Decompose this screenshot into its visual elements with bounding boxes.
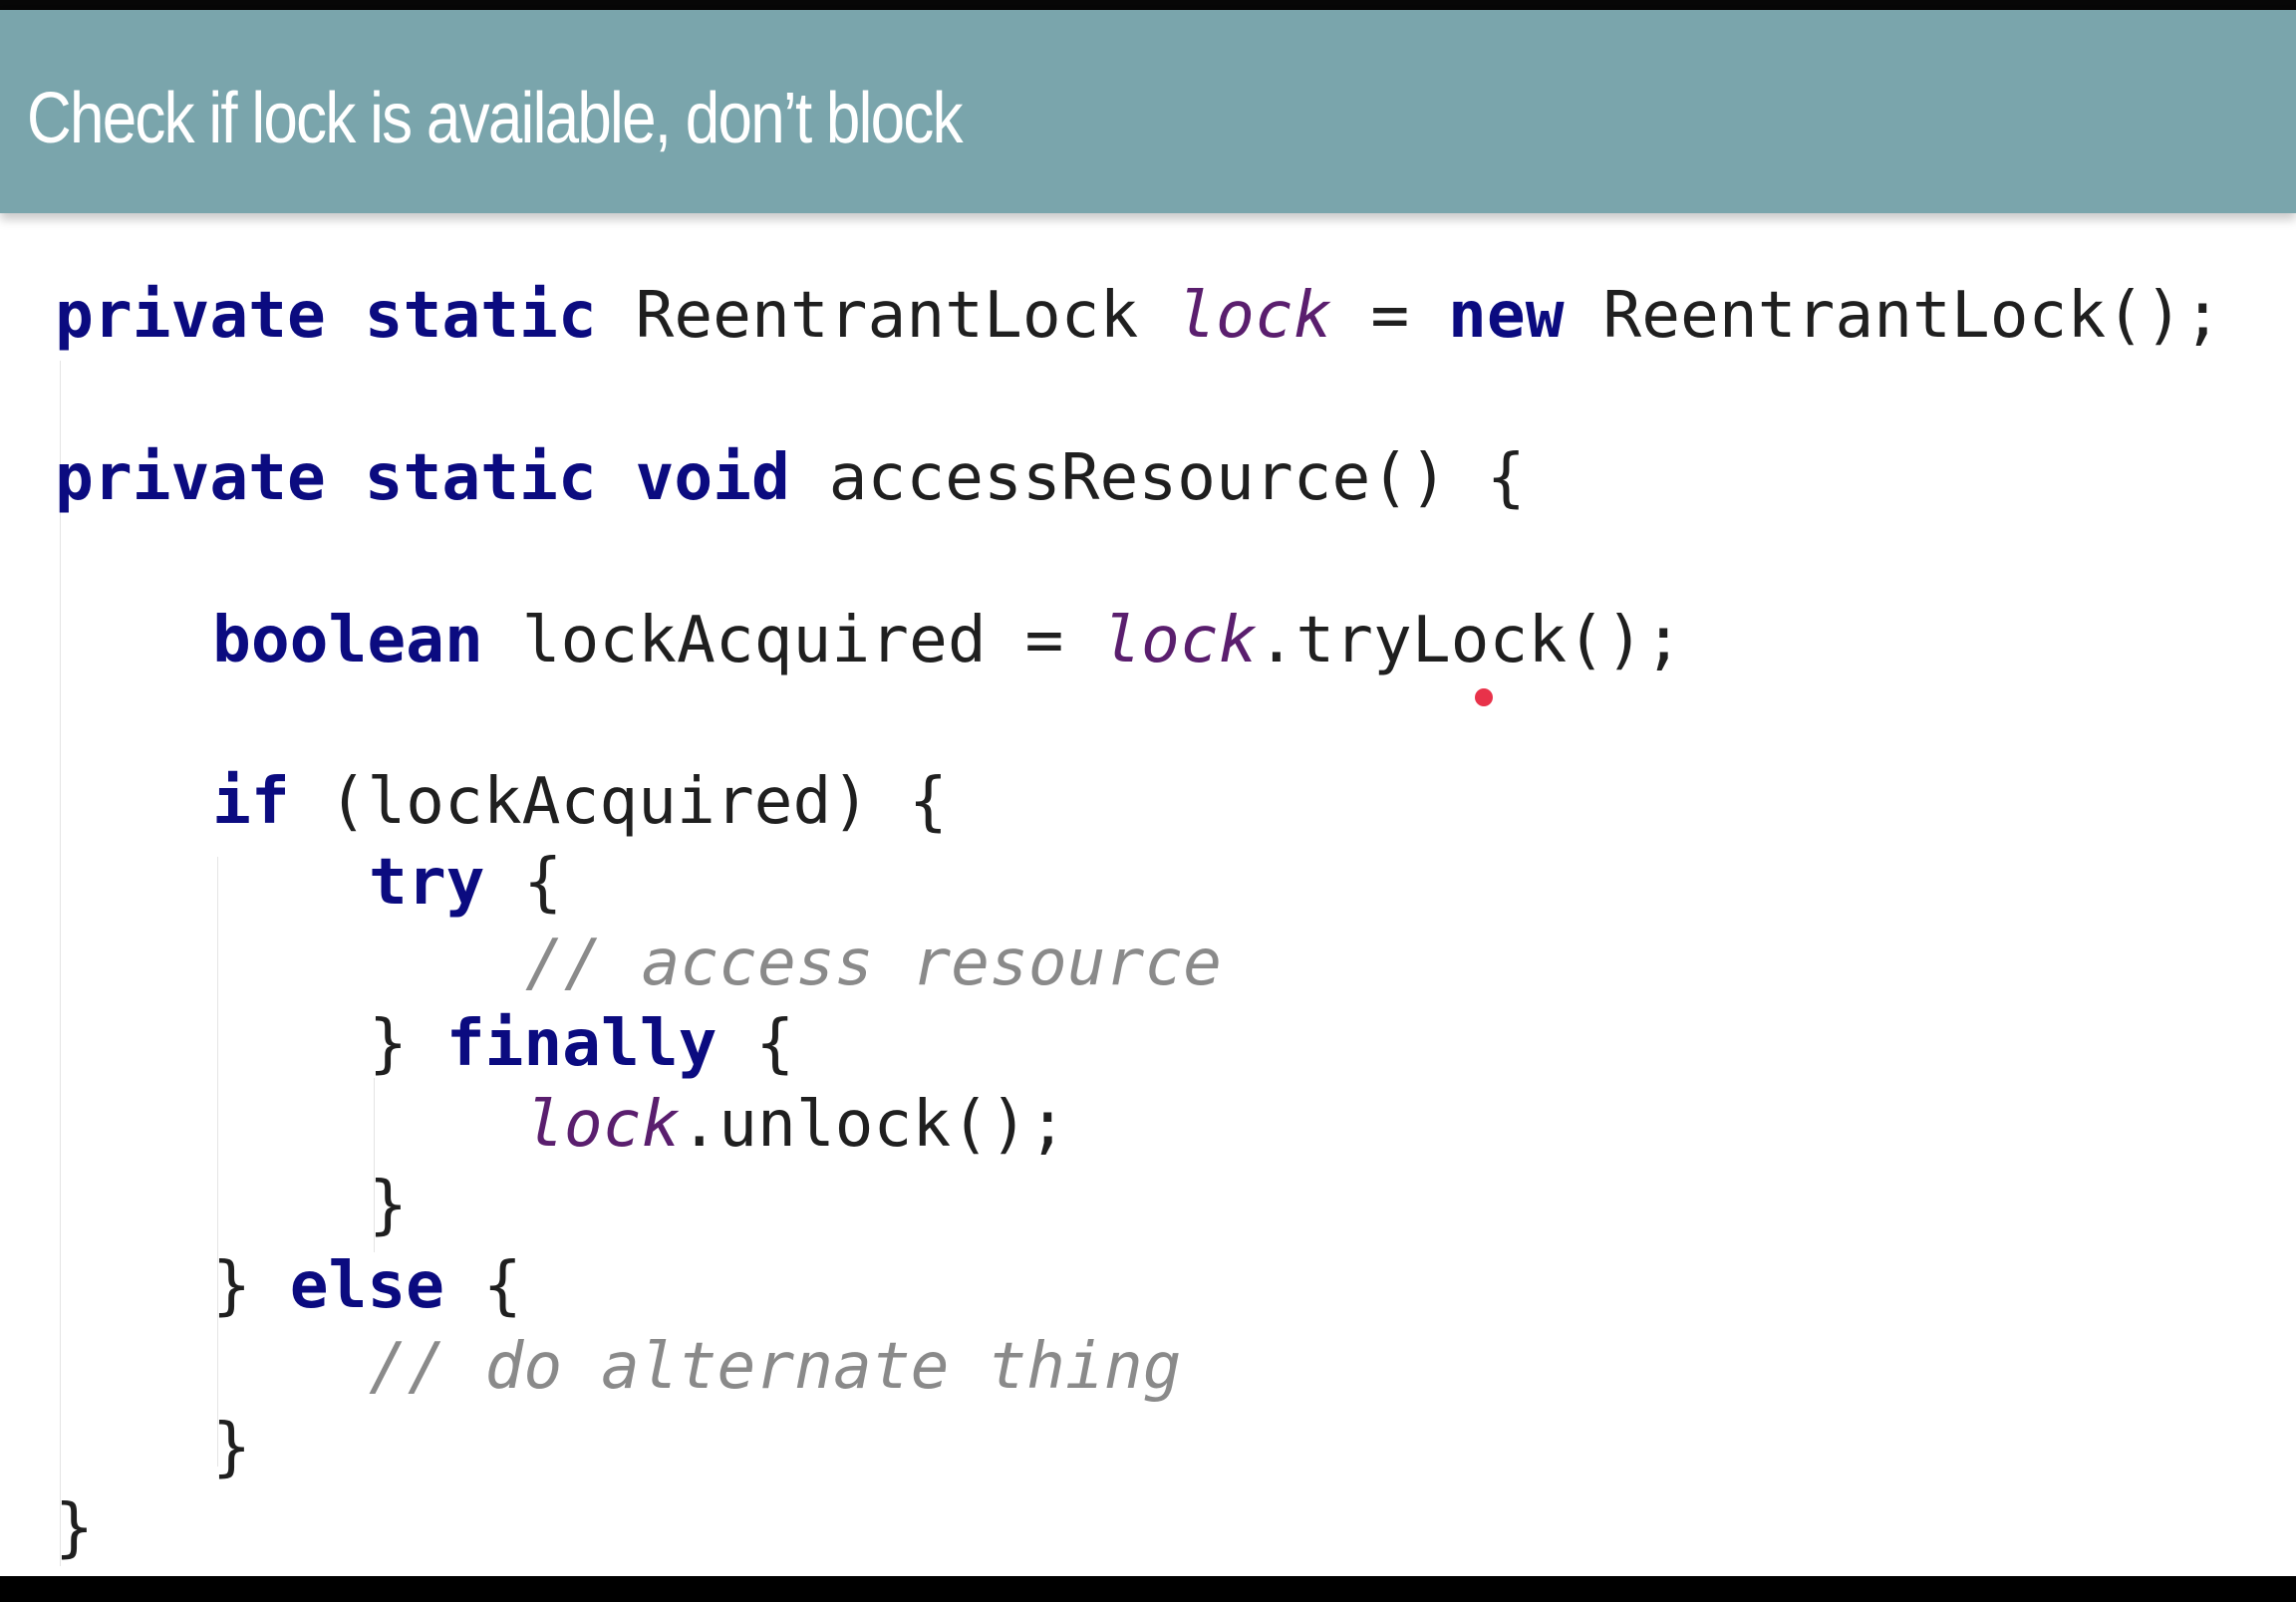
keyword-private-static: private static (55, 278, 597, 353)
brace-open: { (482, 1248, 522, 1323)
code-line-3: boolean lockAcquired = lock.tryLock(); (212, 601, 1683, 680)
if-condition: (lockAcquired) { (328, 764, 948, 839)
top-black-strip (0, 0, 2296, 10)
code-line-6: // access resource (525, 924, 1222, 1003)
comment-alternate-thing: // do alternate thing (369, 1329, 1182, 1404)
pointer-dot-icon (1475, 688, 1493, 706)
variable-declaration: lockAcquired = (521, 603, 1064, 677)
brace-close: } (55, 1490, 94, 1565)
code-line-9: } (369, 1166, 408, 1245)
indent-guide-method (60, 361, 61, 1566)
keyword-finally: finally (445, 1006, 718, 1081)
constructor-call: ReentrantLock(); (1602, 278, 2222, 353)
brace-close: } (212, 1410, 251, 1484)
operator-assign: = (1370, 278, 1410, 353)
keyword-if: if (212, 764, 290, 839)
code-line-2: private static void accessResource() { (55, 438, 1526, 518)
code-line-1: private static ReentrantLock lock = new … (55, 276, 2222, 356)
code-panel: private static ReentrantLock lock = new … (0, 213, 2296, 1576)
type-name: ReentrantLock (635, 278, 1139, 353)
code-line-12: } (212, 1408, 251, 1487)
keyword-try: try (369, 845, 485, 920)
method-call-trylock: .tryLock(); (1257, 603, 1683, 677)
slide-title-bar: Check if lock is available, don’t block (0, 10, 2296, 213)
code-line-7: } finally { (369, 1004, 794, 1084)
field-lock: lock (1102, 603, 1258, 677)
field-lock: lock (525, 1087, 681, 1162)
code-line-4: if (lockAcquired) { (212, 762, 948, 842)
brace-close: } (369, 1006, 408, 1081)
code-block: private static ReentrantLock lock = new … (0, 213, 2296, 1576)
bottom-black-strip (0, 1576, 2296, 1602)
code-line-10: } else { (212, 1246, 522, 1326)
code-line-8: lock.unlock(); (525, 1085, 1067, 1165)
field-lock: lock (1177, 278, 1332, 353)
slide-title: Check if lock is available, don’t block (27, 79, 964, 158)
code-line-13: } (55, 1488, 94, 1568)
keyword-new: new (1448, 278, 1565, 353)
method-call-unlock: .unlock(); (680, 1087, 1067, 1162)
brace-open: { (523, 845, 563, 920)
indent-guide-if (217, 857, 218, 1467)
brace-open: { (755, 1006, 795, 1081)
comment-access-resource: // access resource (525, 926, 1222, 1000)
brace-close: } (369, 1168, 408, 1242)
keyword-private-static-void: private static void (55, 440, 790, 515)
code-line-5: try { (369, 843, 562, 923)
method-signature: accessResource() { (828, 440, 1526, 515)
brace-close: } (212, 1248, 251, 1323)
keyword-else: else (289, 1248, 445, 1323)
keyword-boolean: boolean (212, 603, 483, 677)
code-line-11: // do alternate thing (369, 1327, 1181, 1407)
